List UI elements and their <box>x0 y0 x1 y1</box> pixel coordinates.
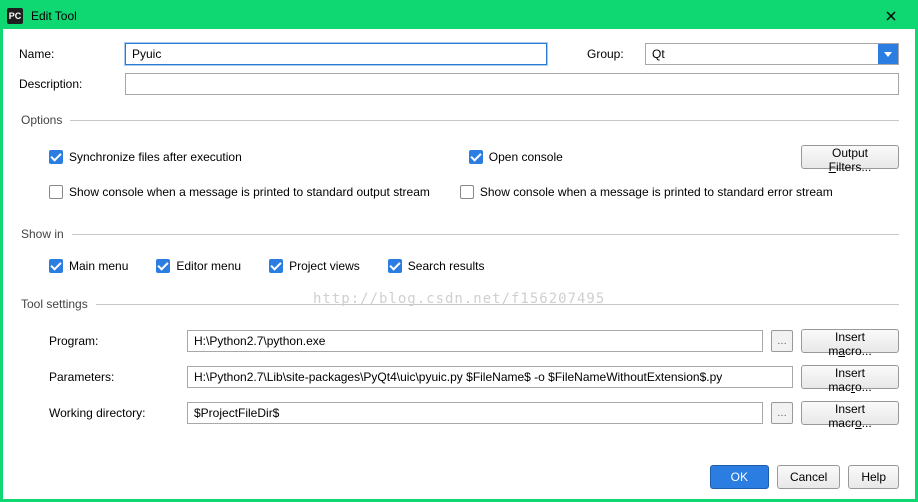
workdir-browse-button[interactable]: … <box>771 402 793 424</box>
group-label: Group: <box>587 47 637 61</box>
description-input[interactable] <box>125 73 899 95</box>
close-icon <box>886 11 896 21</box>
workdir-input[interactable] <box>187 402 763 424</box>
ok-button[interactable]: OK <box>710 465 769 489</box>
name-label: Name: <box>19 47 117 61</box>
group-selected-value: Qt <box>652 47 665 61</box>
project-views-label[interactable]: Project views <box>289 259 360 273</box>
description-label: Description: <box>19 77 117 91</box>
main-menu-checkbox[interactable] <box>49 259 63 273</box>
name-input[interactable] <box>125 43 547 65</box>
open-console-checkbox[interactable] <box>469 150 483 164</box>
parameters-input[interactable] <box>187 366 793 388</box>
app-icon: PC <box>7 8 23 24</box>
sync-checkbox[interactable] <box>49 150 63 164</box>
main-menu-label[interactable]: Main menu <box>69 259 128 273</box>
stderr-label[interactable]: Show console when a message is printed t… <box>480 185 833 199</box>
tool-legend: Tool settings <box>19 297 96 311</box>
program-browse-button[interactable]: … <box>771 330 793 352</box>
parameters-label: Parameters: <box>49 370 179 384</box>
parameters-insert-macro-button[interactable]: Insert macro... <box>801 365 899 389</box>
program-insert-macro-button[interactable]: Insert macro... <box>801 329 899 353</box>
window-title: Edit Tool <box>29 9 871 23</box>
stdout-checkbox[interactable] <box>49 185 63 199</box>
close-button[interactable] <box>871 4 911 28</box>
program-input[interactable] <box>187 330 763 352</box>
cancel-button[interactable]: Cancel <box>777 465 840 489</box>
stdout-label[interactable]: Show console when a message is printed t… <box>69 185 430 199</box>
options-group: Options Synchronize files after executio… <box>19 113 899 217</box>
search-results-checkbox[interactable] <box>388 259 402 273</box>
help-button[interactable]: Help <box>848 465 899 489</box>
options-legend: Options <box>19 113 70 127</box>
showin-group: Show in Main menu Editor menu Project vi… <box>19 227 899 287</box>
group-select[interactable]: Qt <box>645 43 899 65</box>
workdir-label: Working directory: <box>49 406 179 420</box>
output-filters-button[interactable]: Output Filters... <box>801 145 899 169</box>
program-label: Program: <box>49 334 179 348</box>
tool-settings-group: Tool settings Program: … Insert macro...… <box>19 297 899 439</box>
open-console-label[interactable]: Open console <box>489 150 563 164</box>
search-results-label[interactable]: Search results <box>408 259 485 273</box>
edit-tool-dialog: PC Edit Tool http://blog.csdn.net/f15620… <box>0 0 918 502</box>
showin-legend: Show in <box>19 227 72 241</box>
project-views-checkbox[interactable] <box>269 259 283 273</box>
stderr-checkbox[interactable] <box>460 185 474 199</box>
sync-label[interactable]: Synchronize files after execution <box>69 150 242 164</box>
chevron-down-icon <box>878 44 898 64</box>
dialog-content: http://blog.csdn.net/f156207495 Name: Gr… <box>3 29 915 499</box>
dialog-footer: OK Cancel Help <box>19 453 899 489</box>
editor-menu-label[interactable]: Editor menu <box>176 259 241 273</box>
workdir-insert-macro-button[interactable]: Insert macro... <box>801 401 899 425</box>
editor-menu-checkbox[interactable] <box>156 259 170 273</box>
titlebar: PC Edit Tool <box>3 3 915 29</box>
